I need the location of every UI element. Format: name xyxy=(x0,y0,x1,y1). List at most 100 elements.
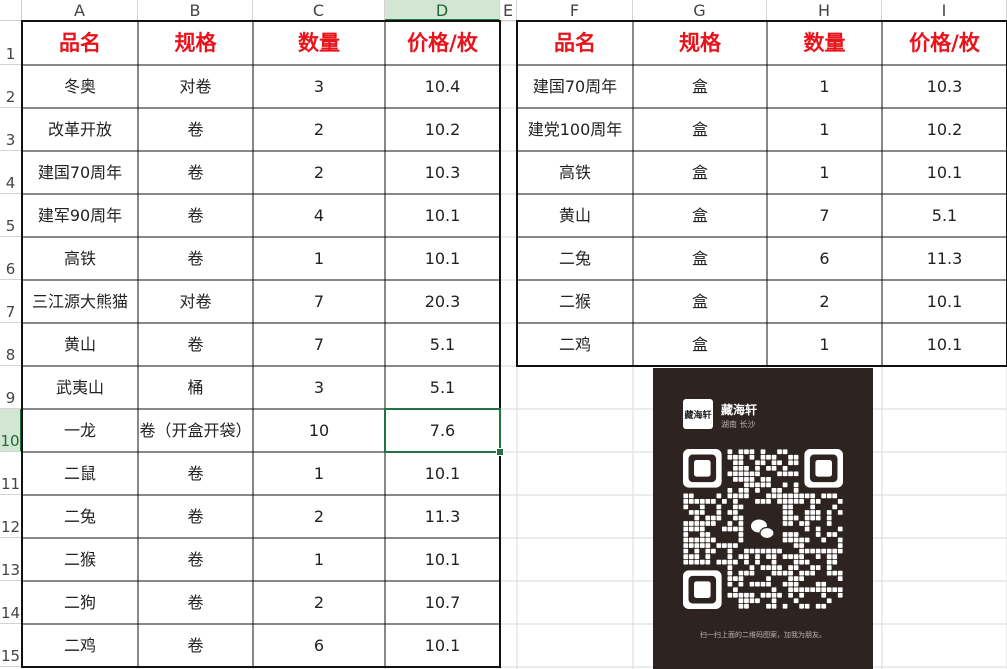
left-table-cell[interactable]: 3 xyxy=(253,65,385,108)
left-table-cell[interactable]: 2 xyxy=(253,151,385,194)
right-table-cell[interactable]: 建党100周年 xyxy=(517,108,633,151)
left-table-cell[interactable]: 三江源大熊猫 xyxy=(22,280,138,323)
left-table-cell[interactable]: 7 xyxy=(253,280,385,323)
left-table-cell[interactable]: 卷 xyxy=(138,323,253,366)
left-table-cell[interactable]: 二兔 xyxy=(22,495,138,538)
left-table-cell[interactable]: 2 xyxy=(253,108,385,151)
row-header-11[interactable]: 11 xyxy=(0,452,22,495)
left-table-header-cell[interactable]: 数量 xyxy=(253,21,385,65)
right-table-cell[interactable]: 盒 xyxy=(633,151,767,194)
left-table-cell[interactable]: 改革开放 xyxy=(22,108,138,151)
right-table-header-cell[interactable]: 规格 xyxy=(633,21,767,65)
left-table-cell[interactable]: 卷 xyxy=(138,151,253,194)
right-table-cell[interactable]: 二猴 xyxy=(517,280,633,323)
right-table-cell[interactable]: 盒 xyxy=(633,280,767,323)
left-table-cell[interactable]: 10.7 xyxy=(385,581,500,624)
right-table-cell[interactable]: 二兔 xyxy=(517,237,633,280)
row-header-5[interactable]: 5 xyxy=(0,194,22,237)
column-header-D[interactable]: D xyxy=(385,0,500,21)
left-table-cell[interactable]: 卷 xyxy=(138,495,253,538)
left-table-cell[interactable]: 10.3 xyxy=(385,151,500,194)
right-table-cell[interactable]: 高铁 xyxy=(517,151,633,194)
right-table-header-cell[interactable]: 数量 xyxy=(767,21,882,65)
right-table-cell[interactable]: 6 xyxy=(767,237,882,280)
row-header-10[interactable]: 10 xyxy=(0,409,22,452)
left-table-cell[interactable]: 10.4 xyxy=(385,65,500,108)
right-table-cell[interactable]: 盒 xyxy=(633,194,767,237)
active-cell-selection[interactable] xyxy=(384,408,504,456)
column-header-G[interactable]: G xyxy=(633,0,767,21)
left-table-cell[interactable]: 卷 xyxy=(138,624,253,667)
row-header-3[interactable]: 3 xyxy=(0,108,22,151)
row-header-6[interactable]: 6 xyxy=(0,237,22,280)
left-table-cell[interactable]: 20.3 xyxy=(385,280,500,323)
right-table-cell[interactable]: 10.2 xyxy=(882,108,1007,151)
right-table-cell[interactable]: 10.1 xyxy=(882,280,1007,323)
left-table-cell[interactable]: 2 xyxy=(253,495,385,538)
left-table-cell[interactable]: 二猴 xyxy=(22,538,138,581)
left-table-cell[interactable]: 10.1 xyxy=(385,538,500,581)
right-table-cell[interactable]: 7 xyxy=(767,194,882,237)
left-table-cell[interactable]: 10.1 xyxy=(385,237,500,280)
left-table-cell[interactable]: 冬奥 xyxy=(22,65,138,108)
left-table-cell[interactable]: 建国70周年 xyxy=(22,151,138,194)
left-table-cell[interactable]: 二鸡 xyxy=(22,624,138,667)
right-table-cell[interactable]: 1 xyxy=(767,323,882,366)
row-header-9[interactable]: 9 xyxy=(0,366,22,409)
left-table-cell[interactable]: 卷 xyxy=(138,237,253,280)
right-table-cell[interactable]: 5.1 xyxy=(882,194,1007,237)
column-header-C[interactable]: C xyxy=(253,0,385,21)
left-table-cell[interactable]: 建军90周年 xyxy=(22,194,138,237)
row-header-8[interactable]: 8 xyxy=(0,323,22,366)
right-table-cell[interactable]: 二鸡 xyxy=(517,323,633,366)
right-table-cell[interactable]: 10.1 xyxy=(882,151,1007,194)
left-table-cell[interactable]: 4 xyxy=(253,194,385,237)
left-table-cell[interactable]: 高铁 xyxy=(22,237,138,280)
left-table-header-cell[interactable]: 规格 xyxy=(138,21,253,65)
right-table-cell[interactable]: 1 xyxy=(767,108,882,151)
left-table-cell[interactable]: 1 xyxy=(253,538,385,581)
right-table-cell[interactable]: 2 xyxy=(767,280,882,323)
left-table-cell[interactable]: 5.1 xyxy=(385,323,500,366)
left-table-cell[interactable]: 黄山 xyxy=(22,323,138,366)
left-table-cell[interactable]: 10.1 xyxy=(385,452,500,495)
column-header-E[interactable]: E xyxy=(500,0,517,21)
column-header-A[interactable]: A xyxy=(22,0,138,21)
left-table-header-cell[interactable]: 品名 xyxy=(22,21,138,65)
left-table-cell[interactable]: 卷 xyxy=(138,538,253,581)
left-table-cell[interactable]: 2 xyxy=(253,581,385,624)
left-table-cell[interactable]: 7 xyxy=(253,323,385,366)
right-table-header-cell[interactable]: 价格/枚 xyxy=(882,21,1007,65)
column-header-I[interactable]: I xyxy=(882,0,1007,21)
row-header-12[interactable]: 12 xyxy=(0,495,22,538)
left-table-cell[interactable]: 11.3 xyxy=(385,495,500,538)
left-table-cell[interactable]: 卷 xyxy=(138,194,253,237)
column-header-H[interactable]: H xyxy=(767,0,882,21)
left-table-cell[interactable]: 武夷山 xyxy=(22,366,138,409)
row-header-1[interactable]: 1 xyxy=(0,21,22,65)
right-table-cell[interactable]: 11.3 xyxy=(882,237,1007,280)
left-table-cell[interactable]: 桶 xyxy=(138,366,253,409)
right-table-cell[interactable]: 盒 xyxy=(633,108,767,151)
row-header-15[interactable]: 15 xyxy=(0,624,22,667)
left-table-cell[interactable]: 10.1 xyxy=(385,624,500,667)
left-table-cell[interactable]: 1 xyxy=(253,237,385,280)
right-table-header-cell[interactable]: 品名 xyxy=(517,21,633,65)
left-table-cell[interactable]: 3 xyxy=(253,366,385,409)
left-table-cell[interactable]: 二鼠 xyxy=(22,452,138,495)
row-header-4[interactable]: 4 xyxy=(0,151,22,194)
row-header-7[interactable]: 7 xyxy=(0,280,22,323)
left-table-cell[interactable]: 6 xyxy=(253,624,385,667)
right-table-cell[interactable]: 1 xyxy=(767,65,882,108)
left-table-cell[interactable]: 一龙 xyxy=(22,409,138,452)
column-header-F[interactable]: F xyxy=(517,0,633,21)
right-table-cell[interactable]: 盒 xyxy=(633,237,767,280)
left-table-cell[interactable]: 卷（开盒开袋） xyxy=(138,409,253,452)
right-table-cell[interactable]: 10.3 xyxy=(882,65,1007,108)
left-table-cell[interactable]: 1 xyxy=(253,452,385,495)
left-table-cell[interactable]: 卷 xyxy=(138,108,253,151)
left-table-cell[interactable]: 10.2 xyxy=(385,108,500,151)
row-header-13[interactable]: 13 xyxy=(0,538,22,581)
left-table-header-cell[interactable]: 价格/枚 xyxy=(385,21,500,65)
right-table-cell[interactable]: 盒 xyxy=(633,65,767,108)
